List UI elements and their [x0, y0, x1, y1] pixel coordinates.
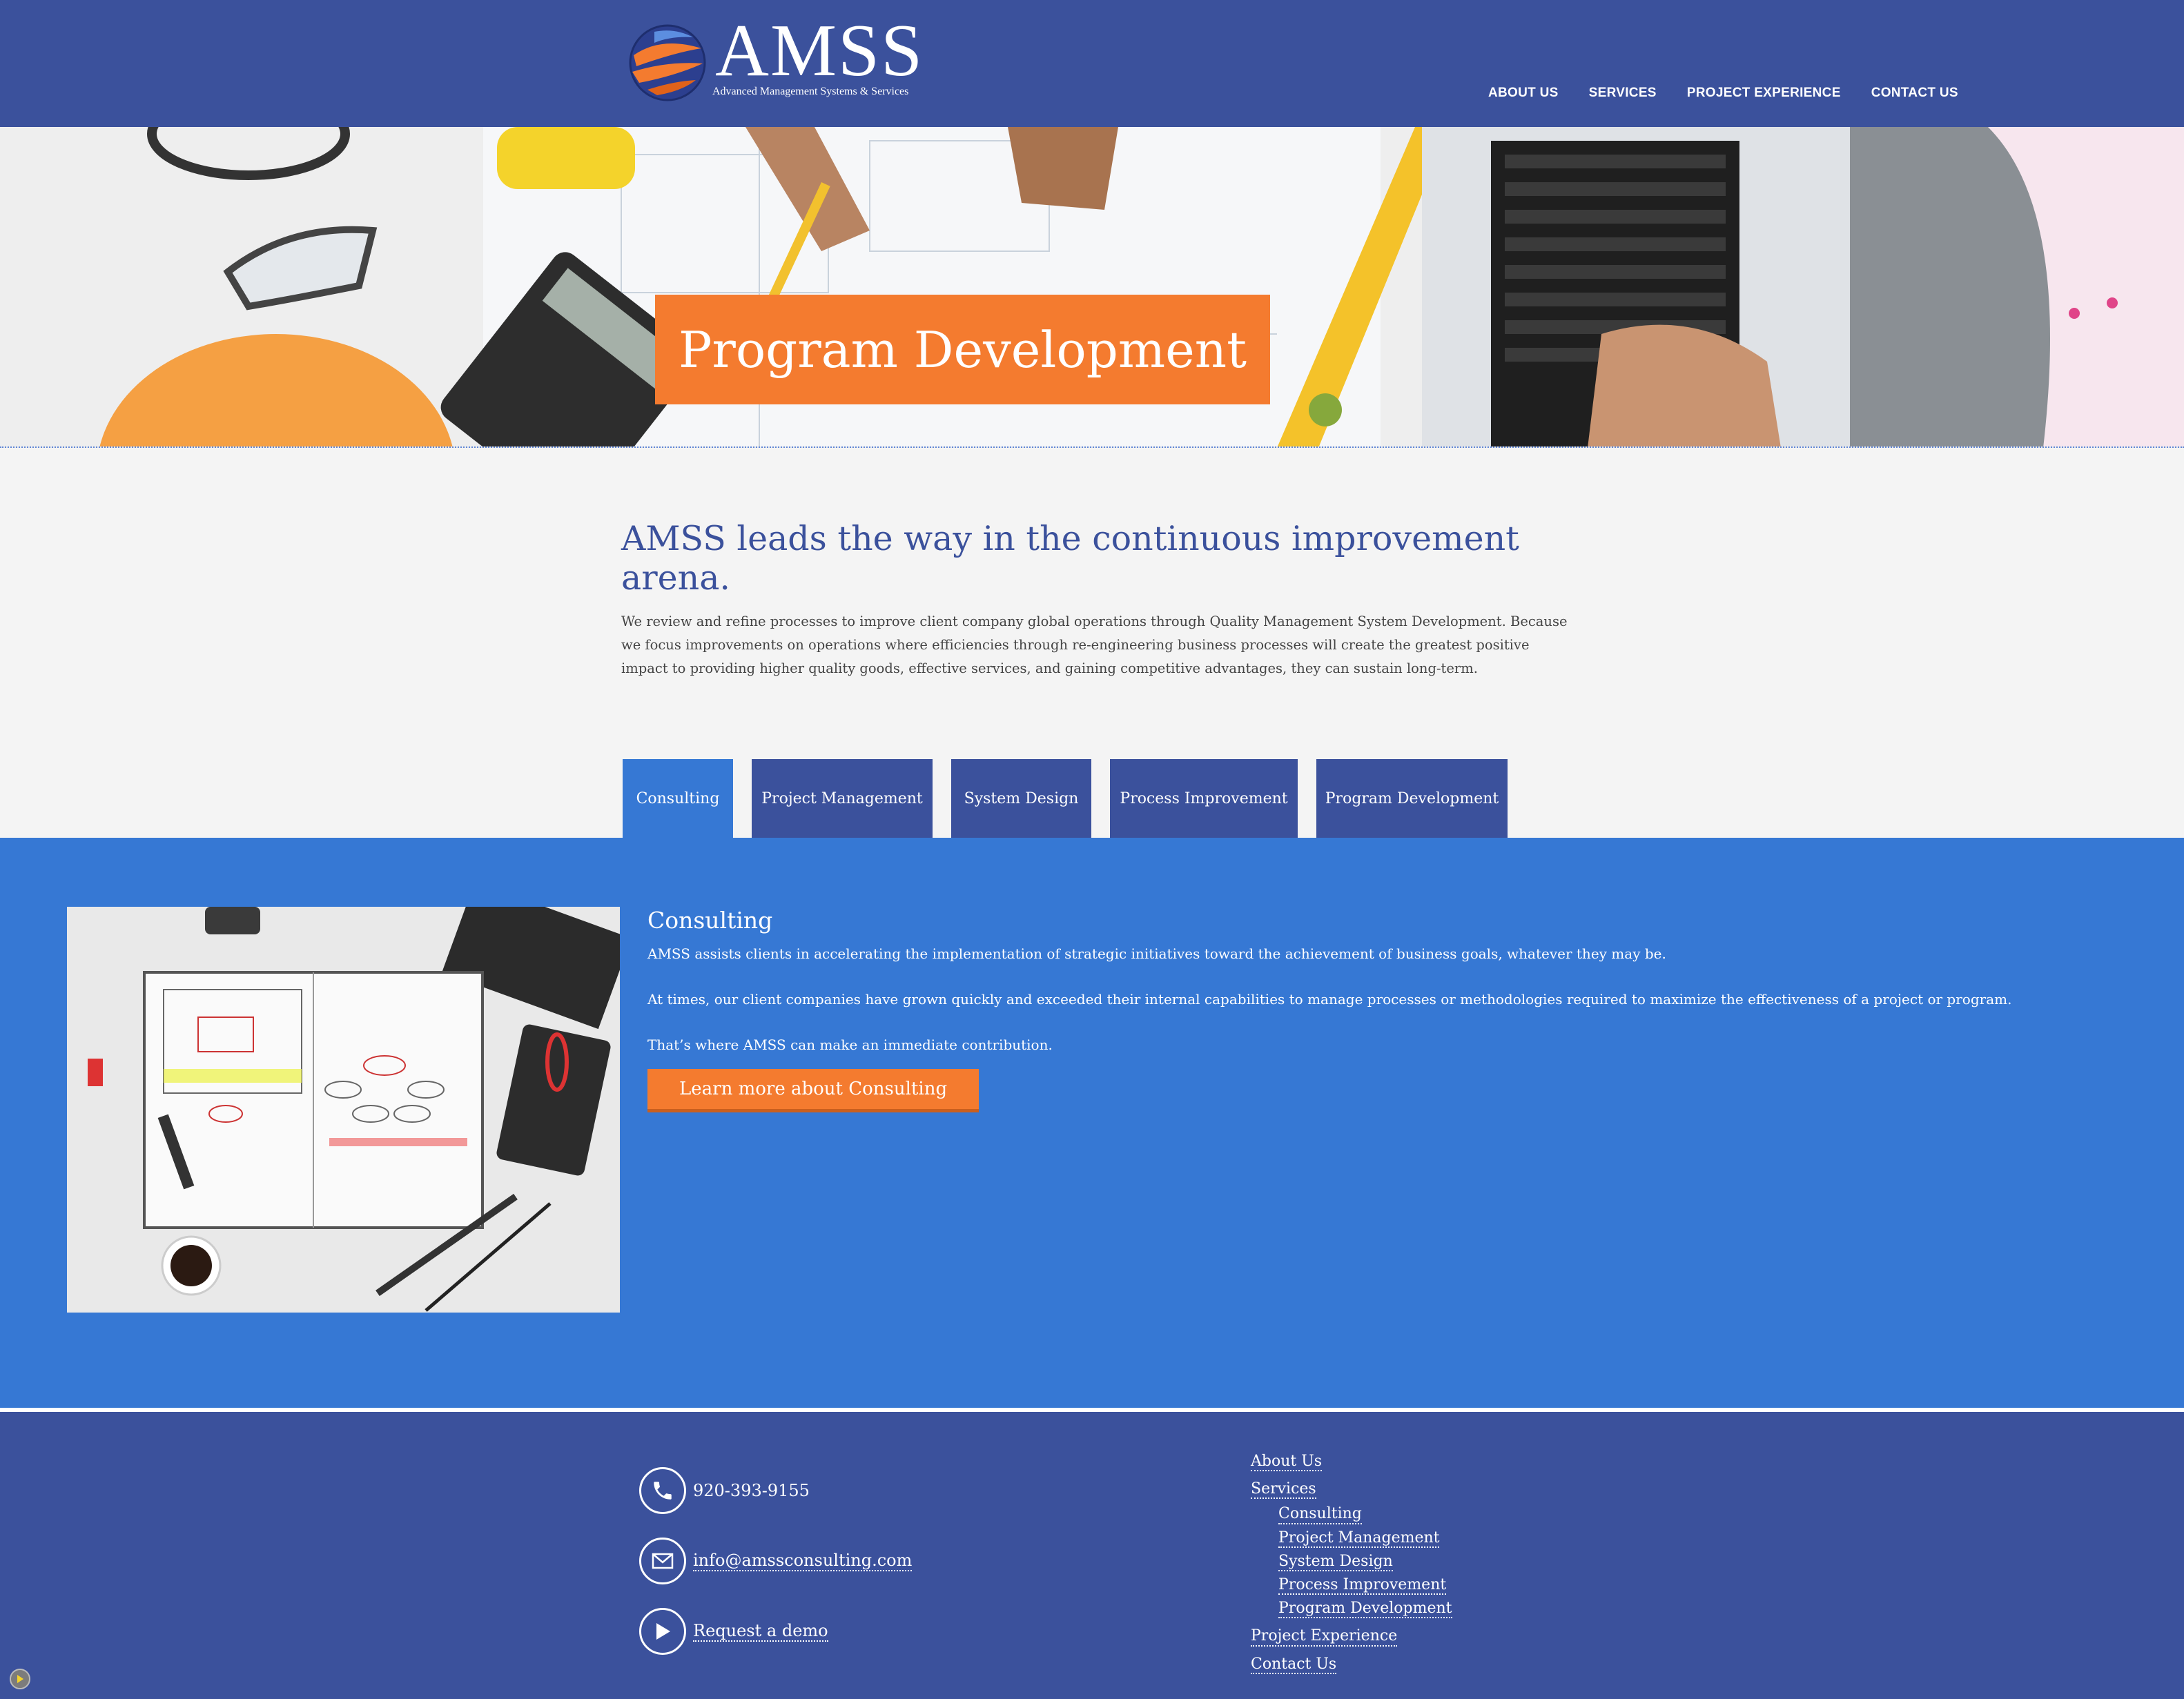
- tab-process-improvement[interactable]: Process Improvement: [1110, 759, 1298, 838]
- panel-paragraph-3: That’s where AMSS can make an immediate …: [647, 1037, 1053, 1053]
- footer-link-consulting[interactable]: Consulting: [1278, 1506, 1362, 1524]
- nav-contact-us[interactable]: CONTACT US: [1871, 86, 1958, 101]
- learn-more-button[interactable]: Learn more about Consulting: [647, 1069, 979, 1112]
- tab-system-design[interactable]: System Design: [951, 759, 1091, 838]
- envelope-icon: [639, 1538, 686, 1584]
- logo-wordmark: AMSS: [715, 10, 924, 92]
- tab-content-panel: Consulting AMSS assists clients in accel…: [0, 838, 2184, 1408]
- tab-consulting[interactable]: Consulting: [623, 759, 733, 838]
- panel-text: Consulting AMSS assists clients in accel…: [647, 907, 2138, 1112]
- tab-program-development[interactable]: Program Development: [1316, 759, 1508, 838]
- amss-logo[interactable]: AMSS Advanced Management Systems & Servi…: [627, 14, 922, 108]
- hero-title-banner: Program Development: [655, 295, 1270, 404]
- footer-nav: About Us Services Consulting Project Man…: [1251, 1453, 1452, 1684]
- play-icon: [639, 1608, 686, 1655]
- hero-banner-image: Program Development: [0, 127, 2184, 448]
- nav-about-us[interactable]: ABOUT US: [1488, 86, 1559, 101]
- intro-heading: AMSS leads the way in the continuous imp…: [621, 519, 1519, 598]
- main-nav: ABOUT US SERVICES PROJECT EXPERIENCE CON…: [1488, 86, 1958, 101]
- nav-project-experience[interactable]: PROJECT EXPERIENCE: [1687, 86, 1841, 101]
- footer-link-project-management[interactable]: Project Management: [1278, 1529, 1440, 1548]
- service-tabs: Consulting Project Management System Des…: [623, 759, 1526, 838]
- phone-contact[interactable]: 920-393-9155: [639, 1467, 810, 1514]
- footer-link-services[interactable]: Services: [1251, 1481, 1316, 1500]
- email-link[interactable]: info@amssconsulting.com: [693, 1551, 913, 1571]
- intro-section: AMSS leads the way in the continuous imp…: [621, 519, 1574, 680]
- hero-title: Program Development: [678, 320, 1247, 379]
- notebook-photo: [67, 907, 620, 1313]
- panel-title: Consulting: [647, 907, 773, 934]
- panel-paragraph-1: AMSS assists clients in accelerating the…: [647, 945, 1666, 962]
- consulting-image: [67, 907, 620, 1313]
- site-header: AMSS Advanced Management Systems & Servi…: [0, 0, 2184, 127]
- footer-link-program-development[interactable]: Program Development: [1278, 1600, 1452, 1619]
- panel-paragraph-2: At times, our client companies have grow…: [647, 991, 2012, 1008]
- footer-link-system-design[interactable]: System Design: [1278, 1553, 1393, 1571]
- footer-link-process-improvement[interactable]: Process Improvement: [1278, 1576, 1447, 1595]
- play-badge-icon[interactable]: [10, 1669, 30, 1689]
- phone-number: 920-393-9155: [693, 1481, 810, 1500]
- tab-project-management[interactable]: Project Management: [752, 759, 933, 838]
- demo-contact[interactable]: Request a demo: [639, 1608, 828, 1655]
- globe-icon: [629, 24, 706, 101]
- footer-link-contact-us[interactable]: Contact Us: [1251, 1656, 1337, 1674]
- request-demo-link[interactable]: Request a demo: [693, 1621, 828, 1642]
- site-footer: 920-393-9155 info@amssconsulting.com Req…: [0, 1412, 2184, 1699]
- logo-tagline: Advanced Management Systems & Services: [712, 86, 909, 97]
- email-contact[interactable]: info@amssconsulting.com: [639, 1538, 913, 1584]
- footer-link-about-us[interactable]: About Us: [1251, 1453, 1323, 1472]
- phone-icon: [639, 1467, 686, 1514]
- nav-services[interactable]: SERVICES: [1589, 86, 1657, 101]
- footer-link-project-experience[interactable]: Project Experience: [1251, 1628, 1398, 1647]
- intro-body: We review and refine processes to improv…: [621, 613, 1568, 676]
